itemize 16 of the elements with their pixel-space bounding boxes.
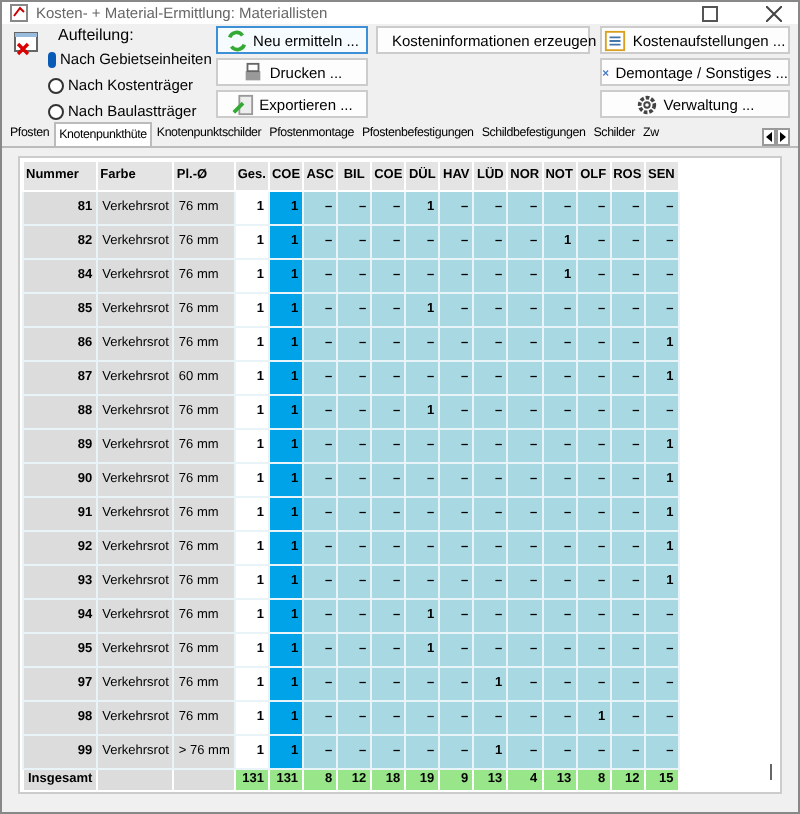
printer-icon (241, 61, 264, 84)
arrow-left-icon (766, 132, 772, 143)
group-label: Aufteilung: (56, 26, 136, 47)
scrollbar-thumb[interactable] (770, 764, 772, 781)
tab-scroll-right-button[interactable] (776, 128, 790, 147)
radio-button[interactable] (48, 51, 56, 68)
gear-icon (635, 93, 658, 116)
list-sheet-icon (604, 29, 627, 52)
radio-button[interactable] (48, 77, 64, 94)
tab-scroll-left-button[interactable] (762, 128, 776, 147)
close-icon[interactable] (766, 5, 782, 22)
arrow-right-icon (780, 132, 786, 143)
refresh-arrows-icon (225, 29, 248, 52)
radio-button[interactable] (48, 103, 64, 120)
close-list-icon[interactable] (14, 32, 38, 57)
maximize-button[interactable] (702, 5, 718, 22)
